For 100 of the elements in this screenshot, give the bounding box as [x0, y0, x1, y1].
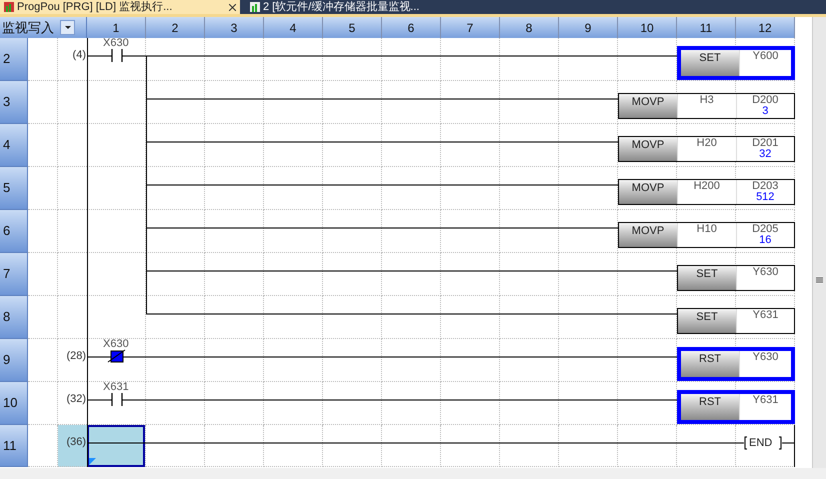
- column-header: 3: [205, 17, 264, 38]
- instruction-name: MOVP: [619, 94, 677, 118]
- grid-cell: [441, 38, 500, 81]
- grid-cell: [500, 382, 559, 425]
- column-header: 5: [323, 17, 382, 38]
- row-number[interactable]: 5: [0, 167, 28, 210]
- row-number[interactable]: 11: [0, 425, 28, 467]
- operand-label: H3: [700, 95, 714, 106]
- instruction-name: SET: [678, 309, 736, 333]
- grid-cell: [323, 339, 382, 382]
- grid-cell: [205, 339, 264, 382]
- instruction-block[interactable]: MOVP H10 D205 16: [618, 222, 795, 248]
- mode-label: 监视写入: [1, 18, 54, 37]
- step-number: (4): [72, 48, 86, 62]
- column-header: 9: [559, 17, 618, 38]
- grid-cell: [382, 339, 441, 382]
- operand-label: Y631: [752, 310, 778, 321]
- grip-icon: [816, 277, 823, 283]
- column-header: 4: [264, 17, 323, 38]
- grid-cell: [205, 382, 264, 425]
- column-header: 2: [146, 17, 205, 38]
- bracket-icon: [778, 436, 782, 450]
- operand-label: Y631: [752, 395, 778, 406]
- instruction-name: MOVP: [619, 223, 677, 247]
- operand-value: 32: [759, 149, 772, 160]
- instruction-block[interactable]: MOVP H3 D200 3: [618, 93, 795, 119]
- device-label: X630: [103, 339, 129, 350]
- bracket-icon: [744, 436, 748, 450]
- scrollbar[interactable]: [812, 17, 826, 468]
- row-number[interactable]: 3: [0, 81, 28, 124]
- instruction-block[interactable]: SET Y631: [677, 308, 795, 334]
- operand-value: 3: [762, 106, 768, 117]
- column-header: 12: [736, 17, 795, 38]
- tab-label: 2 [软元件/缓冲存储器批量监视...: [263, 2, 420, 12]
- instruction-name: SET: [681, 50, 739, 76]
- grid-cell: [264, 38, 323, 81]
- close-icon[interactable]: [229, 4, 236, 10]
- row-number[interactable]: 4: [0, 124, 28, 167]
- operand-label: D205: [752, 224, 778, 235]
- grid-cell: [559, 38, 618, 81]
- instruction-name: SET: [678, 266, 736, 290]
- column-header: 1: [87, 17, 146, 38]
- instruction-block[interactable]: SET Y600: [677, 46, 795, 80]
- instruction-block[interactable]: MOVP H200 D203 512: [618, 179, 795, 205]
- operand-label: D201: [752, 138, 778, 149]
- device-label: X630: [103, 38, 129, 49]
- instruction-name: MOVP: [619, 180, 677, 204]
- row-number[interactable]: 9: [0, 339, 28, 382]
- operand-label: Y630: [752, 352, 778, 363]
- document-icon: [250, 2, 260, 12]
- row-number[interactable]: 10: [0, 382, 28, 425]
- operand-label: D200: [752, 95, 778, 106]
- operand-value: 512: [756, 192, 774, 203]
- grid-cell: [500, 38, 559, 81]
- grid-cell: [323, 382, 382, 425]
- grid-cell: [559, 339, 618, 382]
- grid-cell: [559, 382, 618, 425]
- document-tab[interactable]: ProgPou [PRG] [LD] 监视执行...: [0, 0, 240, 14]
- row-number[interactable]: 6: [0, 210, 28, 253]
- instruction-name: RST: [681, 351, 739, 377]
- operand-label: D203: [752, 181, 778, 192]
- grid-cell: [264, 382, 323, 425]
- instruction-block[interactable]: RST Y631: [677, 390, 795, 424]
- grid-cell: [441, 382, 500, 425]
- column-header: 11: [677, 17, 736, 38]
- tab-label: ProgPou [PRG] [LD] 监视执行...: [17, 2, 172, 12]
- grid-cell: [264, 339, 323, 382]
- grid-cell: [500, 339, 559, 382]
- grid-cell: [146, 339, 205, 382]
- step-number: (32): [66, 392, 86, 406]
- grid-cell: [323, 38, 382, 81]
- operand-label: H10: [696, 224, 717, 235]
- instruction-block[interactable]: MOVP H20 D201 32: [618, 136, 795, 162]
- operand-value: 16: [759, 235, 772, 246]
- corner-icon: [89, 458, 96, 465]
- operand-label: H20: [696, 138, 717, 149]
- end-instruction: END: [748, 438, 774, 448]
- step-number: (36): [66, 435, 86, 449]
- column-header: 8: [500, 17, 559, 38]
- dropdown-button[interactable]: [60, 20, 75, 35]
- column-header: 6: [382, 17, 441, 38]
- row-number[interactable]: 8: [0, 296, 28, 339]
- operand-label: Y630: [752, 267, 778, 278]
- document-icon: [4, 2, 14, 12]
- instruction-name: MOVP: [619, 137, 677, 161]
- column-header: 10: [618, 17, 677, 38]
- grid-cell: [382, 38, 441, 81]
- instruction-block[interactable]: RST Y630: [677, 347, 795, 381]
- row-number[interactable]: 7: [0, 253, 28, 296]
- column-header: 7: [441, 17, 500, 38]
- row-number[interactable]: 2: [0, 38, 28, 81]
- grid-cell: [205, 38, 264, 81]
- grid-cell: [441, 339, 500, 382]
- operand-label: H200: [694, 181, 720, 192]
- device-label: X631: [103, 382, 129, 393]
- grid-cell: [382, 382, 441, 425]
- caret-icon: [64, 26, 70, 30]
- grid-cell: [146, 382, 205, 425]
- instruction-block[interactable]: SET Y630: [677, 265, 795, 291]
- operand-label: Y600: [752, 51, 778, 62]
